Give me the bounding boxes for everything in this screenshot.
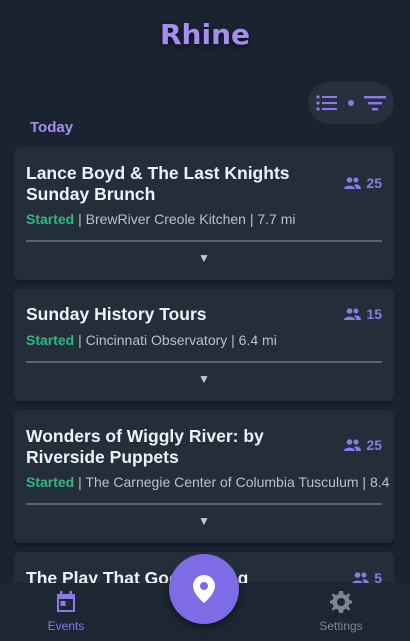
section-label-today: Today [30,119,74,136]
event-title: Wonders of Wiggly River: by Riverside Pu… [26,426,264,467]
status-badge: Started [26,211,75,227]
location-pin-icon [193,575,215,603]
app-title: Rhine [159,18,250,51]
list-icon[interactable] [316,95,338,111]
attendee-count-value: 5 [374,570,382,583]
toggle-separator-dot [348,100,354,106]
chevron-down-icon[interactable]: ▼ [14,251,394,265]
event-card[interactable]: Lance Boyd & The Last Knights Sunday Bru… [14,147,394,280]
event-card[interactable]: Sunday History Tours 15 Started | Cincin… [14,289,394,401]
attendee-count-value: 25 [366,175,382,191]
people-icon [344,439,362,451]
event-details: | The Carnegie Center of Columbia Tuscul… [74,474,394,490]
filter-icon[interactable] [364,95,386,111]
event-meta: Started | Cincinnati Observatory | 6.4 m… [26,332,277,348]
card-divider [26,240,382,242]
attendee-count: 25 [344,437,382,453]
people-icon [352,572,370,583]
chevron-down-icon[interactable]: ▼ [14,514,394,528]
tab-events-label: Events [47,619,85,633]
tab-settings-label: Settings [319,619,363,633]
tab-events[interactable]: Events [21,583,111,641]
view-toggle[interactable] [308,82,394,124]
event-card[interactable]: Wonders of Wiggly River: by Riverside Pu… [14,410,394,543]
event-title: Sunday History Tours [26,304,207,324]
calendar-icon [57,591,75,612]
event-title: Lance Boyd & The Last Knights Sunday Bru… [26,163,290,204]
gear-icon [330,591,352,613]
card-divider [26,361,382,363]
attendee-count-value: 25 [366,437,382,453]
status-badge: Started [26,332,75,348]
status-badge: Started [26,474,75,490]
event-meta: Started | BrewRiver Creole Kitchen | 7.7… [26,211,295,227]
attendee-count: 15 [344,306,382,322]
attendee-count-value: 15 [366,306,382,322]
people-icon [344,177,362,189]
event-meta: Started | The Carnegie Center of Columbi… [26,474,394,490]
people-icon [344,308,362,320]
event-details: | Cincinnati Observatory | 6.4 mi [74,332,277,348]
event-details: | BrewRiver Creole Kitchen | 7.7 mi [74,211,296,227]
map-fab-button[interactable] [169,554,239,624]
attendee-count: 5 [352,570,382,583]
attendee-count: 25 [344,175,382,191]
chevron-down-icon[interactable]: ▼ [14,372,394,386]
tab-settings[interactable]: Settings [296,583,386,641]
event-list[interactable]: Lance Boyd & The Last Knights Sunday Bru… [14,147,394,583]
card-divider [26,503,382,505]
